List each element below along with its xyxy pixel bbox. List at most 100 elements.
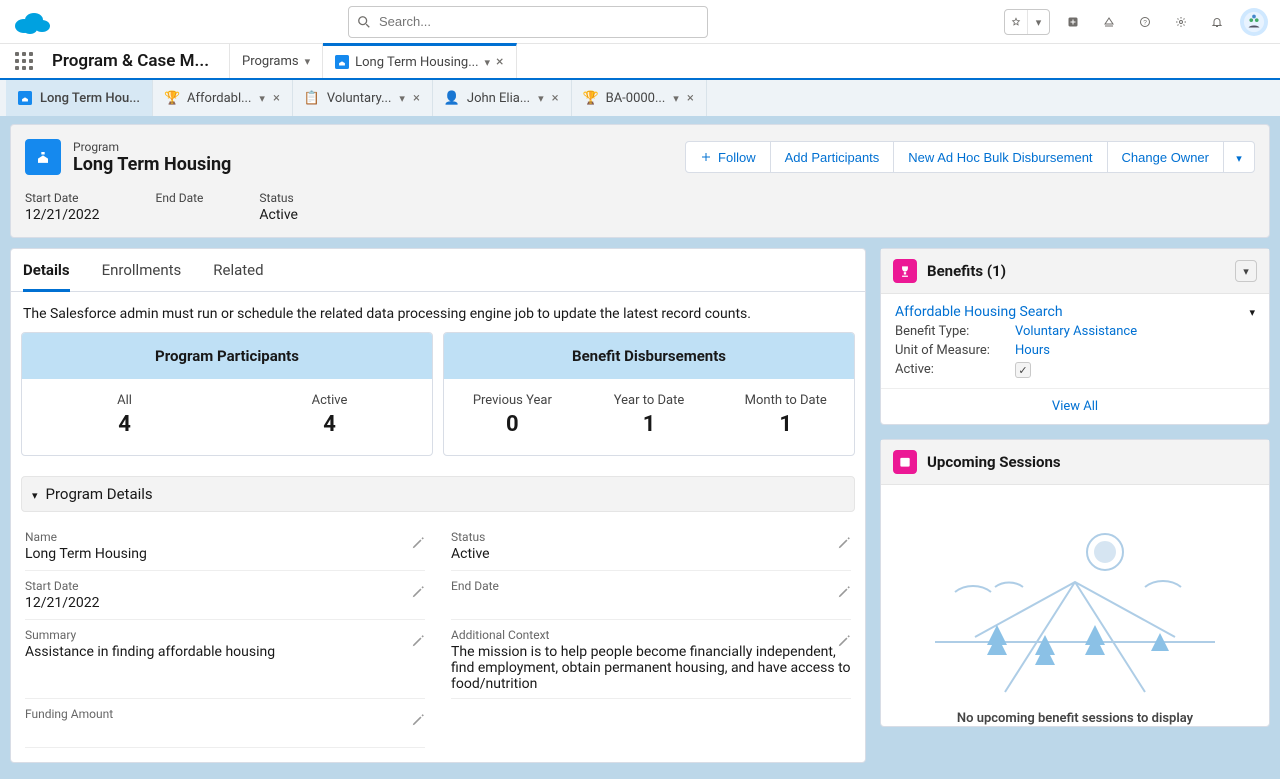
- tab-details[interactable]: Details: [23, 261, 70, 292]
- field-summary: Summary Assistance in finding affordable…: [25, 620, 425, 699]
- field-value: 12/21/2022: [25, 595, 425, 613]
- edit-pencil-icon[interactable]: [837, 585, 851, 603]
- empty-state-text: No upcoming benefit sessions to display: [895, 711, 1255, 726]
- empty-state-illustration-icon: [935, 507, 1215, 697]
- ws-tab-label: Voluntary...: [327, 91, 392, 106]
- nav-tab-programs[interactable]: Programs: [230, 44, 323, 78]
- metric-value: 0: [444, 412, 581, 437]
- view-all-link[interactable]: View All: [1052, 399, 1098, 414]
- tab-enrollments[interactable]: Enrollments: [102, 261, 182, 291]
- field-label: Start Date: [25, 191, 100, 205]
- ws-tab-ba[interactable]: 🏆 BA-0000... ×: [572, 80, 707, 116]
- chevron-down-icon[interactable]: [305, 54, 311, 69]
- add-participants-button[interactable]: Add Participants: [770, 141, 895, 173]
- close-icon[interactable]: ×: [413, 91, 420, 106]
- edit-pencil-icon[interactable]: [411, 536, 425, 554]
- close-icon[interactable]: ×: [552, 91, 559, 106]
- app-launcher-icon[interactable]: [0, 44, 48, 78]
- upcoming-sessions-card: Upcoming Sessions: [880, 439, 1270, 727]
- field-label: Name: [25, 530, 425, 544]
- field-label: Additional Context: [451, 628, 851, 642]
- global-header: ?: [0, 0, 1280, 44]
- app-name: Program & Case M...: [48, 44, 230, 78]
- notifications-bell-icon[interactable]: [1204, 9, 1230, 35]
- card-title: Upcoming Sessions: [927, 453, 1257, 471]
- edit-pencil-icon[interactable]: [837, 536, 851, 554]
- change-owner-button[interactable]: Change Owner: [1107, 141, 1224, 173]
- ws-tab-label: John Elia...: [467, 91, 530, 106]
- metric-title: Program Participants: [22, 333, 432, 379]
- global-add-icon[interactable]: [1060, 9, 1086, 35]
- nav-tab-label: Programs: [242, 54, 299, 69]
- admin-notice: The Salesforce admin must run or schedul…: [11, 292, 865, 332]
- ws-tab-benefit[interactable]: 🏆 Affordabl... ×: [153, 80, 293, 116]
- favorite-star-icon[interactable]: [1005, 10, 1027, 34]
- field-label: Start Date: [25, 579, 425, 593]
- calendar-icon: [893, 450, 917, 474]
- plus-icon: [700, 151, 712, 163]
- new-disbursement-button[interactable]: New Ad Hoc Bulk Disbursement: [893, 141, 1107, 173]
- salesforce-help-guidance-icon[interactable]: [1096, 9, 1122, 35]
- program-icon: [335, 55, 349, 69]
- ws-tab-contact[interactable]: 👤 John Elia... ×: [433, 80, 572, 116]
- field-additional-context: Additional Context The mission is to hel…: [451, 620, 851, 699]
- benefit-type-link[interactable]: Voluntary Assistance: [1015, 324, 1137, 339]
- program-icon: [18, 91, 32, 105]
- benefit-link[interactable]: Affordable Housing Search: [895, 304, 1063, 320]
- checkbox-checked-icon: ✓: [1015, 362, 1031, 378]
- favorites-dropdown-icon[interactable]: [1027, 10, 1049, 34]
- edit-pencil-icon[interactable]: [411, 634, 425, 652]
- field-value: [25, 723, 425, 741]
- chevron-down-icon[interactable]: [485, 55, 491, 70]
- metric-prev-year: Previous Year 0: [444, 379, 581, 455]
- record-title-block: Program Long Term Housing: [73, 140, 231, 175]
- field-label: Status: [259, 191, 298, 205]
- global-search-input[interactable]: [377, 13, 699, 30]
- search-icon: [357, 15, 371, 29]
- field-label: End Date: [156, 191, 204, 205]
- tab-related[interactable]: Related: [213, 261, 263, 291]
- field-label: Summary: [25, 628, 425, 642]
- edit-pencil-icon[interactable]: [411, 713, 425, 731]
- edit-pencil-icon[interactable]: [411, 585, 425, 603]
- card-title: Benefits (1): [927, 262, 1225, 280]
- close-icon[interactable]: ×: [687, 91, 694, 106]
- card-menu-button[interactable]: [1235, 260, 1257, 282]
- item-menu-button[interactable]: [1249, 305, 1255, 320]
- field-value: Long Term Housing: [25, 546, 425, 564]
- user-avatar[interactable]: [1240, 8, 1268, 36]
- field-start-date: Start Date 12/21/2022: [25, 571, 425, 620]
- global-search[interactable]: [348, 6, 708, 38]
- chevron-down-icon[interactable]: [538, 91, 544, 106]
- chevron-down-icon[interactable]: [673, 91, 679, 106]
- detail-panel: Details Enrollments Related The Salesfor…: [10, 248, 866, 763]
- section-program-details[interactable]: Program Details: [21, 476, 855, 512]
- benefits-card: Benefits (1) Affordable Housing Search B…: [880, 248, 1270, 425]
- app-nav-bar: Program & Case M... Programs Long Term H…: [0, 44, 1280, 80]
- ws-tab-program[interactable]: Long Term Hou...: [6, 80, 153, 116]
- follow-button[interactable]: Follow: [685, 141, 771, 173]
- record-actions: Follow Add Participants New Ad Hoc Bulk …: [685, 141, 1255, 173]
- field-value: The mission is to help people become fin…: [451, 644, 851, 692]
- metric-value: 4: [227, 412, 432, 437]
- close-icon[interactable]: ×: [496, 54, 503, 70]
- edit-pencil-icon[interactable]: [837, 634, 851, 652]
- more-actions-button[interactable]: [1223, 141, 1255, 173]
- close-icon[interactable]: ×: [273, 91, 280, 106]
- metric-card-participants: Program Participants All 4 Active 4: [21, 332, 433, 456]
- nav-tab-record[interactable]: Long Term Housing... ×: [323, 43, 516, 78]
- ws-tab-voluntary[interactable]: 📋 Voluntary... ×: [293, 80, 433, 116]
- clipboard-icon: 📋: [305, 91, 319, 105]
- field-name: Name Long Term Housing: [25, 522, 425, 571]
- trophy-icon: 🏆: [584, 91, 598, 105]
- field-status: Status Active: [451, 522, 851, 571]
- highlight-status: Status Active: [259, 191, 298, 223]
- uom-link[interactable]: Hours: [1015, 343, 1050, 358]
- ws-tab-label: Long Term Hou...: [40, 91, 140, 106]
- chevron-down-icon[interactable]: [259, 91, 265, 106]
- button-label: Follow: [718, 150, 756, 165]
- metric-label: Month to Date: [717, 393, 854, 408]
- help-icon[interactable]: ?: [1132, 9, 1158, 35]
- setup-gear-icon[interactable]: [1168, 9, 1194, 35]
- chevron-down-icon[interactable]: [399, 91, 405, 106]
